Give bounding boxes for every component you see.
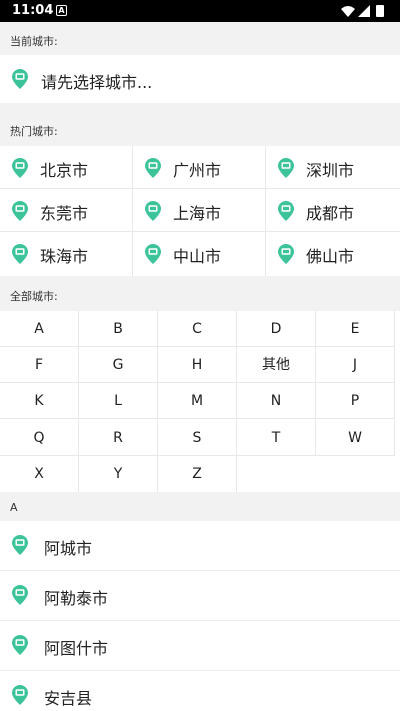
notification-icon: A: [56, 5, 67, 16]
letter-w[interactable]: W: [316, 420, 395, 456]
hot-city-shanghai[interactable]: 上海市: [133, 189, 266, 232]
city-name: 阿城市: [44, 539, 93, 558]
letter-other[interactable]: 其他: [237, 347, 316, 383]
location-pin-icon: [11, 534, 29, 556]
hot-city-label: 东莞市: [40, 204, 89, 223]
hot-city-label: 珠海市: [40, 247, 89, 266]
letter-index-grid: A B C D E F G H 其他 J K L M N P Q R S T W…: [0, 311, 400, 492]
current-city-row[interactable]: 请先选择城市...: [0, 55, 400, 103]
list-item[interactable]: 阿图什市: [0, 621, 400, 671]
location-pin-icon: [144, 243, 162, 265]
hot-city-label: 广州市: [173, 161, 222, 180]
location-pin-icon: [11, 584, 29, 606]
hot-city-guangzhou[interactable]: 广州市: [133, 146, 266, 189]
letter-k[interactable]: K: [0, 383, 79, 419]
list-item[interactable]: 阿城市: [0, 521, 400, 571]
letter-n[interactable]: N: [237, 383, 316, 419]
location-pin-icon: [11, 243, 29, 265]
letter-z[interactable]: Z: [158, 456, 237, 492]
signal-icon: [358, 5, 370, 17]
all-cities-label: 全部城市:: [10, 290, 58, 303]
hot-city-label: 佛山市: [306, 247, 355, 266]
letter-d[interactable]: D: [237, 311, 316, 347]
letter-q[interactable]: Q: [0, 420, 79, 456]
hot-city-dongguan[interactable]: 东莞市: [0, 189, 133, 232]
location-pin-icon: [277, 243, 295, 265]
letter-f[interactable]: F: [0, 347, 79, 383]
letter-h[interactable]: H: [158, 347, 237, 383]
letter-s[interactable]: S: [158, 420, 237, 456]
letter-c[interactable]: C: [158, 311, 237, 347]
letter-j[interactable]: J: [316, 347, 395, 383]
hot-city-shenzhen[interactable]: 深圳市: [266, 146, 400, 189]
hot-city-label: 上海市: [173, 204, 222, 223]
location-pin-icon: [11, 157, 29, 179]
location-pin-icon: [144, 157, 162, 179]
city-name: 阿勒泰市: [44, 589, 109, 608]
letter-y[interactable]: Y: [79, 456, 158, 492]
letter-l[interactable]: L: [79, 383, 158, 419]
status-bar: 11:04 A: [0, 0, 400, 22]
letter-r[interactable]: R: [79, 420, 158, 456]
location-pin-icon: [277, 200, 295, 222]
location-pin-icon: [144, 200, 162, 222]
hot-city-label: 成都市: [306, 204, 355, 223]
letter-p[interactable]: P: [316, 383, 395, 419]
list-item[interactable]: 阿勒泰市: [0, 571, 400, 621]
location-pin-icon: [277, 157, 295, 179]
hot-city-label: 中山市: [173, 247, 222, 266]
status-time: 11:04: [12, 3, 54, 18]
city-list: 阿城市 阿勒泰市 阿图什市 安吉县: [0, 521, 400, 711]
location-pin-icon: [11, 684, 29, 706]
letter-t[interactable]: T: [237, 420, 316, 456]
location-pin-icon: [11, 68, 29, 90]
status-icons: [341, 5, 384, 17]
location-pin-icon: [11, 200, 29, 222]
hot-cities-label: 热门城市:: [10, 125, 58, 138]
hot-cities-grid: 北京市 广州市 深圳市 东莞市 上海市 成都市 珠海市 中山市 佛山市: [0, 146, 400, 276]
letter-x[interactable]: X: [0, 456, 79, 492]
current-city-placeholder: 请先选择城市...: [41, 73, 153, 92]
city-name: 阿图什市: [44, 639, 109, 658]
wifi-icon: [341, 6, 355, 17]
hot-city-label: 北京市: [40, 161, 89, 180]
letter-a[interactable]: A: [0, 311, 79, 347]
city-name: 安吉县: [44, 689, 93, 708]
hot-city-zhuhai[interactable]: 珠海市: [0, 232, 133, 276]
hot-city-foshan[interactable]: 佛山市: [266, 232, 400, 276]
list-section-header: A: [10, 501, 18, 514]
letter-m[interactable]: M: [158, 383, 237, 419]
hot-city-zhongshan[interactable]: 中山市: [133, 232, 266, 276]
hot-city-label: 深圳市: [306, 161, 355, 180]
letter-b[interactable]: B: [79, 311, 158, 347]
location-pin-icon: [11, 634, 29, 656]
letter-g[interactable]: G: [79, 347, 158, 383]
list-item[interactable]: 安吉县: [0, 671, 400, 711]
hot-city-chengdu[interactable]: 成都市: [266, 189, 400, 232]
hot-city-beijing[interactable]: 北京市: [0, 146, 133, 189]
battery-icon: [376, 5, 384, 17]
letter-e[interactable]: E: [316, 311, 395, 347]
current-city-label: 当前城市:: [10, 35, 58, 48]
